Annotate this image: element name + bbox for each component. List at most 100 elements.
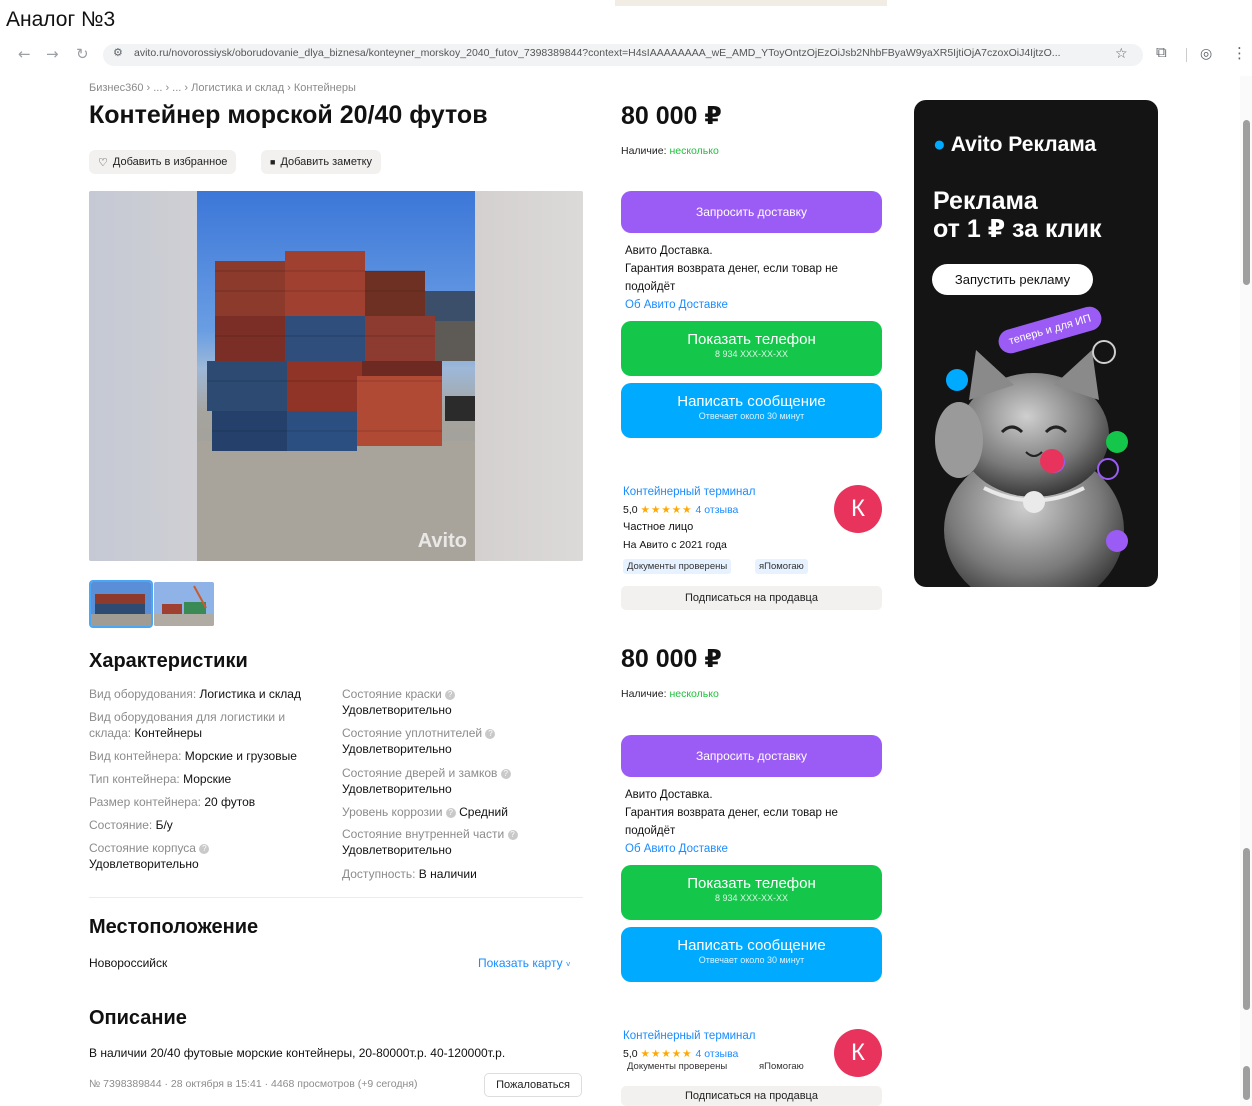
bookmark-star-icon[interactable]: ☆ <box>1115 45 1128 62</box>
availability-label: Наличие: <box>621 688 667 700</box>
help-icon[interactable]: ? <box>445 690 456 700</box>
ya-pomogayu-badge[interactable]: яПомогаю <box>755 559 808 574</box>
complain-button[interactable]: Пожаловаться <box>484 1073 582 1097</box>
spec-key: Размер контейнера: <box>89 795 201 809</box>
add-note-label: Добавить заметку <box>280 156 373 168</box>
location-city: Новороссийск <box>89 956 168 970</box>
section-divider <box>89 897 583 898</box>
more-menu-icon[interactable]: ⋮ <box>1232 44 1247 62</box>
rating-value: 5,0 <box>623 1048 638 1060</box>
ya-pomogayu-badge[interactable]: яПомогаю <box>755 1061 808 1072</box>
subscribe-seller-button[interactable]: Подписаться на продавца <box>621 586 882 610</box>
scrollbar-thumb[interactable] <box>1243 120 1250 285</box>
seller-avatar[interactable]: К <box>834 1029 882 1077</box>
request-delivery-button[interactable]: Запросить доставку <box>621 191 882 233</box>
spec-row: Размер контейнера: 20 футов <box>89 794 333 810</box>
note-icon: ■ <box>270 157 276 167</box>
show-map-link[interactable]: Показать карту ˅ <box>478 956 571 970</box>
price: 80 000 ₽ <box>621 102 722 130</box>
thumbnail-2[interactable] <box>154 582 214 626</box>
breadcrumb[interactable]: Бизнес360 › ... › ... › Логистика и скла… <box>89 82 356 94</box>
add-note-button[interactable]: ■ Добавить заметку <box>261 150 382 174</box>
site-settings-icon[interactable]: ⚙ <box>113 46 123 59</box>
location-heading: Местоположение <box>89 916 259 938</box>
show-phone-button[interactable]: Показать телефон 8 934 XXX-XX-XX <box>621 321 882 376</box>
availability-value: несколько <box>669 688 719 700</box>
main-photo[interactable]: Avito <box>197 191 475 561</box>
reviews-link[interactable]: 4 отзыва <box>696 1048 739 1060</box>
photo-blur-right <box>475 191 583 561</box>
help-icon[interactable]: ? <box>507 830 518 840</box>
help-icon[interactable]: ? <box>485 729 496 739</box>
scrollbar-thumb[interactable] <box>1243 848 1250 1010</box>
url-text[interactable]: avito.ru/novorossiysk/oborudovanie_dlya_… <box>134 47 1110 59</box>
spec-value: Морские <box>183 772 232 786</box>
add-favorite-label: Добавить в избранное <box>112 156 228 168</box>
show-phone-button[interactable]: Показать телефон 8 934 XXX-XX-XX <box>621 865 882 920</box>
spec-key: Состояние краски <box>342 687 442 701</box>
spec-key: Состояние внутренней части <box>342 827 505 841</box>
photo-blur-left <box>89 191 197 561</box>
request-delivery-button[interactable]: Запросить доставку <box>621 735 882 777</box>
thumbnail-1[interactable] <box>89 580 153 628</box>
specs-heading: Характеристики <box>89 650 248 672</box>
spec-row: Уровень коррозии ? Средний <box>342 804 582 820</box>
spec-value: Логистика и склад <box>199 687 301 701</box>
forward-icon[interactable]: → <box>46 45 59 63</box>
spec-row: Состояние краски ? Удовлетворительно <box>342 686 582 718</box>
spec-row: Состояние внутренней части ? Удовлетвори… <box>342 826 582 858</box>
spec-value: Морские и грузовые <box>184 749 297 763</box>
launch-ad-button[interactable]: Запустить рекламу <box>932 264 1093 295</box>
availability: Наличие: несколько <box>621 688 719 700</box>
seller-avatar[interactable]: К <box>834 485 882 533</box>
cropped-element <box>615 0 887 6</box>
help-icon[interactable]: ? <box>199 844 210 854</box>
avito-logo-icon: ● <box>933 133 946 156</box>
price: 80 000 ₽ <box>621 645 722 673</box>
spec-value: Удовлетворительно <box>342 782 452 796</box>
ad-logo-text: Avito Реклама <box>950 133 1097 156</box>
seller-name-link[interactable]: Контейнерный терминал <box>623 486 756 498</box>
back-icon[interactable]: ← <box>18 45 31 63</box>
seller-name-link[interactable]: Контейнерный терминал <box>623 1030 756 1042</box>
extensions-icon[interactable]: ⧉ <box>1156 44 1167 61</box>
spec-key: Тип контейнера: <box>89 772 180 786</box>
avito-ad-banner[interactable]: ● Avito Реклама Реклама от 1 ₽ за клик З… <box>914 100 1158 587</box>
docs-verified-badge: Документы проверены <box>627 1061 728 1072</box>
availability: Наличие: несколько <box>621 145 719 157</box>
page-title: Контейнер морской 20/40 футов <box>89 101 488 129</box>
rating-value: 5,0 <box>623 504 638 516</box>
delivery-info: Авито Доставка. Гарантия возврата денег,… <box>625 242 865 314</box>
description-heading: Описание <box>89 1007 187 1029</box>
delivery-title: Авито Доставка. <box>625 245 713 257</box>
spec-key: Уровень коррозии <box>342 805 443 819</box>
reload-icon[interactable]: ↻ <box>76 45 89 63</box>
write-message-button[interactable]: Написать сообщение Отвечает около 30 мин… <box>621 383 882 438</box>
delivery-title: Авито Доставка. <box>625 789 713 801</box>
show-phone-label: Показать телефон <box>687 875 816 892</box>
star-rating-icon: ★★★★★ <box>640 1048 693 1060</box>
spec-key: Вид оборудования: <box>89 687 197 701</box>
spec-key: Вид контейнера: <box>89 749 182 763</box>
spec-value: В наличии <box>418 867 477 881</box>
spec-key: Доступность: <box>342 867 416 881</box>
add-favorite-button[interactable]: ♡ Добавить в избранное <box>89 150 237 174</box>
profile-icon[interactable]: ◎ <box>1200 45 1212 62</box>
ad-title-line1: Реклама <box>933 187 1038 215</box>
photo-gallery[interactable]: Avito <box>89 191 583 561</box>
reviews-link[interactable]: 4 отзыва <box>696 504 739 516</box>
subscribe-seller-button[interactable]: Подписаться на продавца <box>621 1086 882 1106</box>
spec-row: Состояние уплотнителей ? Удовлетворитель… <box>342 725 582 757</box>
delivery-link[interactable]: Об Авито Доставке <box>625 296 865 314</box>
toolbar-divider <box>1186 48 1187 62</box>
spec-value: Удовлетворительно <box>342 843 452 857</box>
write-message-button[interactable]: Написать сообщение Отвечает около 30 мин… <box>621 927 882 982</box>
delivery-text: Гарантия возврата денег, если товар не п… <box>625 263 838 293</box>
delivery-link[interactable]: Об Авито Доставке <box>625 840 865 858</box>
scrollbar-thumb[interactable] <box>1243 1066 1250 1100</box>
response-time: Отвечает около 30 минут <box>698 411 805 421</box>
help-icon[interactable]: ? <box>500 769 511 779</box>
help-icon[interactable]: ? <box>445 808 456 818</box>
write-message-label: Написать сообщение <box>677 393 826 410</box>
spec-value: Удовлетворительно <box>342 742 452 756</box>
